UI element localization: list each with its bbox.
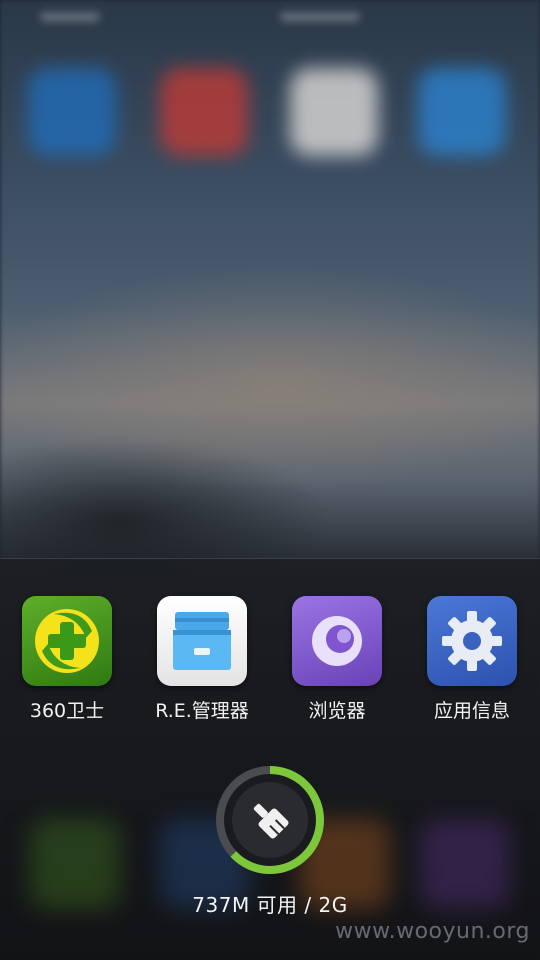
recent-app-browser[interactable]: 浏览器 — [272, 596, 402, 726]
watermark-text: www.wooyun.org — [335, 919, 530, 944]
memory-status-text: 737M 可用 / 2G — [192, 893, 348, 917]
blurred-status-bar — [40, 12, 100, 22]
blurred-status-bar — [280, 12, 360, 22]
blurred-home-icon — [28, 68, 116, 156]
recent-app-360-security[interactable]: 360卫士 — [2, 596, 132, 726]
app-label: 360卫士 — [29, 700, 105, 722]
recent-app-app-info[interactable]: 应用信息 — [407, 596, 537, 726]
recent-apps-row: 360卫士 R.E.管理器 浏览器 应用信息 — [0, 596, 540, 736]
browser-icon — [292, 596, 382, 686]
app-label: 应用信息 — [433, 700, 510, 722]
app-label: 浏览器 — [308, 700, 366, 722]
blurred-home-icon — [290, 68, 378, 156]
app-label: R.E.管理器 — [155, 700, 249, 722]
re-file-manager-icon — [157, 596, 247, 686]
app-info-settings-icon — [427, 596, 517, 686]
memory-clean-button[interactable] — [212, 762, 328, 878]
recent-app-re-manager[interactable]: R.E.管理器 — [137, 596, 267, 726]
recent-apps-panel: 360卫士 R.E.管理器 浏览器 应用信息 737M 可用 / 2G www.… — [0, 558, 540, 960]
blurred-home-icon — [418, 68, 506, 156]
blurred-home-icon — [160, 68, 248, 156]
360-security-icon — [22, 596, 112, 686]
